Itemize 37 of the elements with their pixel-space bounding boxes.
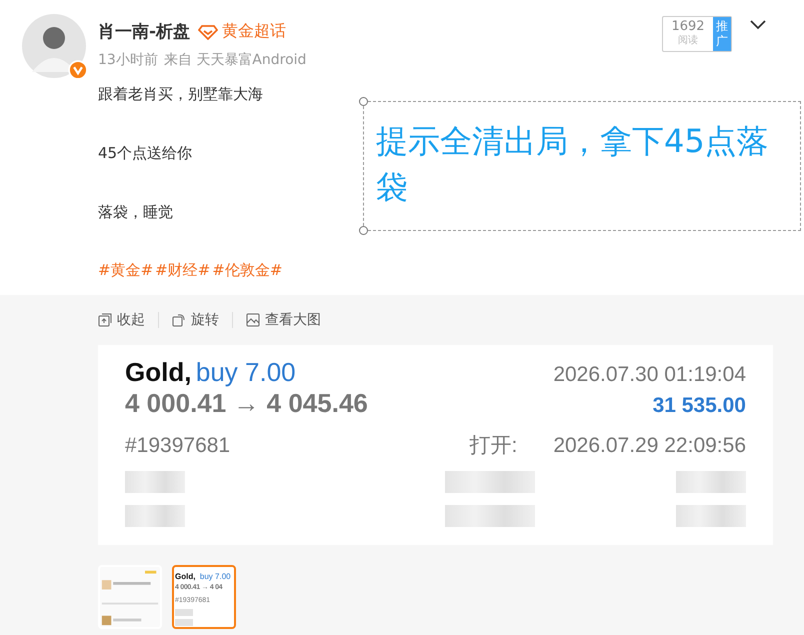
read-count: 1692 <box>671 19 705 34</box>
post-text: 45个点送给你 <box>98 143 192 163</box>
post-text: 跟着老肖买，别墅靠大海 <box>98 84 263 104</box>
blurred-area <box>175 609 193 616</box>
toolbar-button[interactable]: 查看大图 <box>246 311 321 329</box>
thumbnail[interactable] <box>98 565 162 629</box>
trade-prices: 4 000.41 → 4 045.46 <box>125 388 368 419</box>
diamond-icon <box>198 24 218 40</box>
image-icon <box>246 313 260 327</box>
blurred-area <box>125 505 185 527</box>
annotation-text: 提示全清出局，拿下45点落袋 <box>376 121 770 208</box>
ticket-number: #19397681 <box>125 434 230 458</box>
resize-handle[interactable] <box>359 97 368 106</box>
post-source: 来自 天天暴富Android <box>164 51 306 69</box>
toolbar-button[interactable]: 收起 <box>98 311 145 329</box>
trade-side: buy 7.00 <box>196 357 296 387</box>
collapse-icon <box>98 313 112 327</box>
trade-profit: 31 535.00 <box>652 394 746 418</box>
thumbnail-text: buy 7.00 <box>200 572 231 581</box>
blurred-area <box>175 619 193 626</box>
blurred-area <box>676 471 746 493</box>
read-label: 阅读 <box>678 34 698 47</box>
chevron-down-icon[interactable] <box>750 20 766 30</box>
resize-handle[interactable] <box>359 226 368 235</box>
blurred-area <box>125 471 185 493</box>
rotate-icon <box>172 313 186 327</box>
thumbnail-text: Gold, <box>175 572 196 581</box>
avatar[interactable] <box>22 14 86 78</box>
trade-symbol: Gold, <box>125 357 192 387</box>
author-name[interactable]: 肖一南-析盘 <box>98 20 190 43</box>
open-label: 打开: <box>469 433 518 459</box>
toolbar-button[interactable]: 旋转 <box>172 311 219 329</box>
trade-screenshot[interactable]: Gold, buy 7.00 2026.07.30 01:19:04 4 000.41 → 4 045.46 31 535.00 #19397681 打开: 2026.07.29 22:09:56 <box>98 345 773 545</box>
open-time: 2026.07.29 22:09:56 <box>553 434 746 458</box>
close-time: 2026.07.30 01:19:04 <box>553 363 746 387</box>
post-text: 落袋，睡觉 <box>98 202 173 222</box>
blurred-area <box>676 505 746 527</box>
